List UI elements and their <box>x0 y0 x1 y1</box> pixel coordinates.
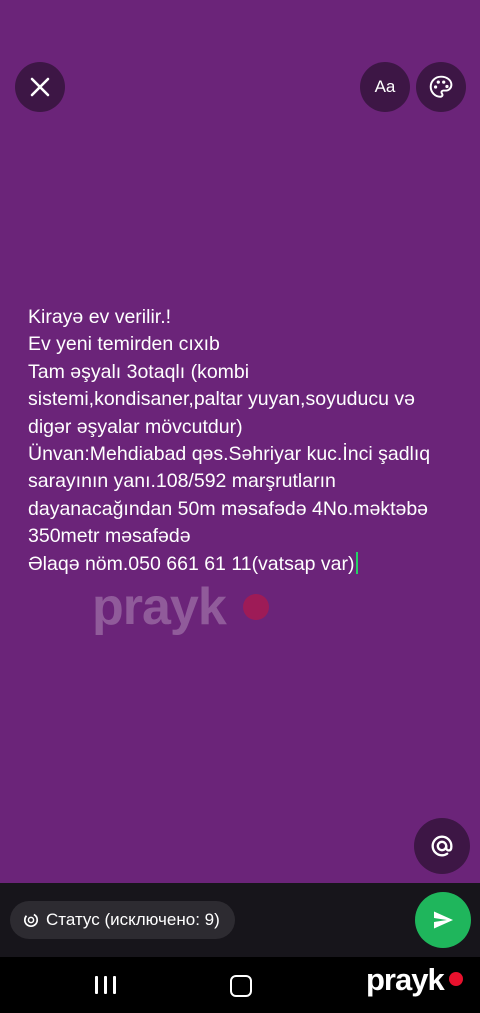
watermark-logo: prayk <box>92 578 227 636</box>
font-button[interactable]: Aa <box>360 62 410 112</box>
home-button[interactable] <box>230 975 252 997</box>
at-icon <box>431 835 453 857</box>
status-text-input[interactable]: Kirayə ev verilir.! Ev yeni temirden cıx… <box>28 304 458 578</box>
mention-button[interactable] <box>414 818 470 874</box>
watermark-dot <box>243 594 269 620</box>
send-button[interactable] <box>415 892 471 948</box>
close-icon <box>30 77 50 97</box>
text-line-last: Əlaqə nöm.050 661 61 11(vatsap var) <box>28 551 458 578</box>
close-button[interactable] <box>15 62 65 112</box>
text-line: Ev yeni temirden cıxıb <box>28 333 220 356</box>
text-line: 350metr məsafədə <box>28 525 191 548</box>
status-privacy-button[interactable]: Статус (исключено: 9) <box>10 901 235 939</box>
text-line: dayanacağından 50m məsafədə 4No.məktəbə <box>28 497 429 520</box>
text-line: sarayının yanı.108/592 marşrutların <box>28 470 336 493</box>
palette-icon <box>429 75 453 98</box>
font-button-label: Aa <box>374 77 396 96</box>
brand-logo: prayk <box>366 962 445 997</box>
send-icon <box>434 911 453 929</box>
recents-button[interactable] <box>95 976 117 994</box>
privacy-icon <box>23 912 39 928</box>
privacy-label: Статус (исключено: 9) <box>46 910 220 929</box>
text-line: Tam əşyalı 3otaqlı (kombi <box>28 360 250 383</box>
brand-dot <box>449 972 463 986</box>
text-line: sistemi,kondisaner,paltar yuyan,soyuducu… <box>28 388 415 411</box>
text-line: digər əşyalar mövcutdur) <box>28 415 243 438</box>
color-button[interactable] <box>416 62 466 112</box>
text-line: Ünvan:Mehdiabad qəs.Səhriyar kuc.İnci şa… <box>28 443 431 466</box>
text-line: Kirayə ev verilir.! <box>28 306 172 328</box>
text-line: Əlaqə nöm.050 661 61 11(vatsap var) <box>28 552 355 575</box>
text-caret <box>355 551 358 574</box>
